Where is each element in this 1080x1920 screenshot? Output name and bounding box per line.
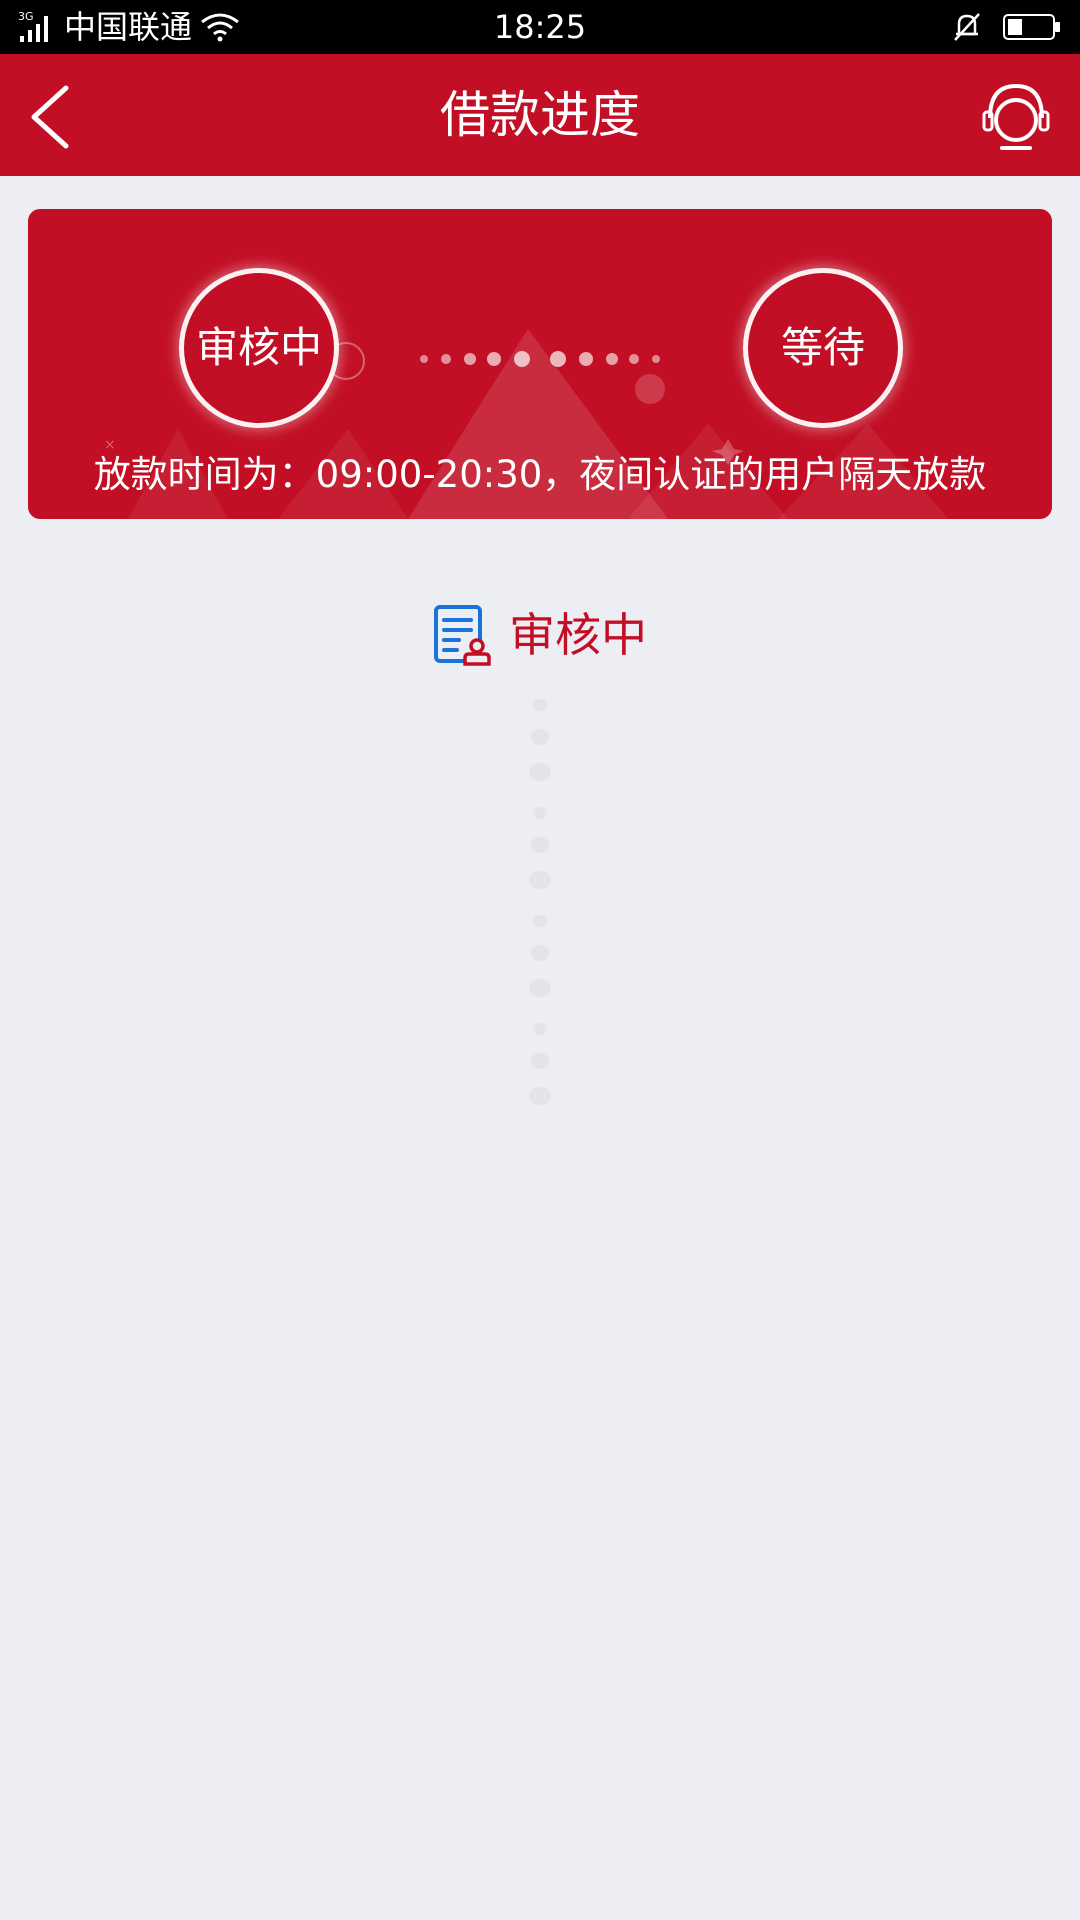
customer-service-button[interactable] <box>982 82 1050 152</box>
document-review-icon <box>434 605 491 666</box>
page-title: 借款进度 <box>440 86 640 144</box>
clock: 18:25 <box>493 8 587 46</box>
step-waiting: 等待 <box>748 273 898 423</box>
loan-progress-card: × 审核中 等待 放款时间为：09:00-20:30，夜间认证的用户隔天放款 <box>28 209 1052 519</box>
disbursement-time-note: 放款时间为：09:00-20:30，夜间认证的用户隔天放款 <box>93 453 987 496</box>
svg-text:×: × <box>104 437 116 453</box>
nav-header: 借款进度 <box>0 54 1080 176</box>
bell-muted-icon <box>954 13 980 41</box>
timeline-dots <box>529 699 551 1105</box>
step-reviewing: 审核中 <box>184 273 334 423</box>
battery-icon <box>1003 14 1060 40</box>
current-status: 审核中 <box>0 600 1080 670</box>
status-bar: 3G 中国联通 18:25 <box>0 0 1080 54</box>
status-label: 审核中 <box>509 608 647 662</box>
